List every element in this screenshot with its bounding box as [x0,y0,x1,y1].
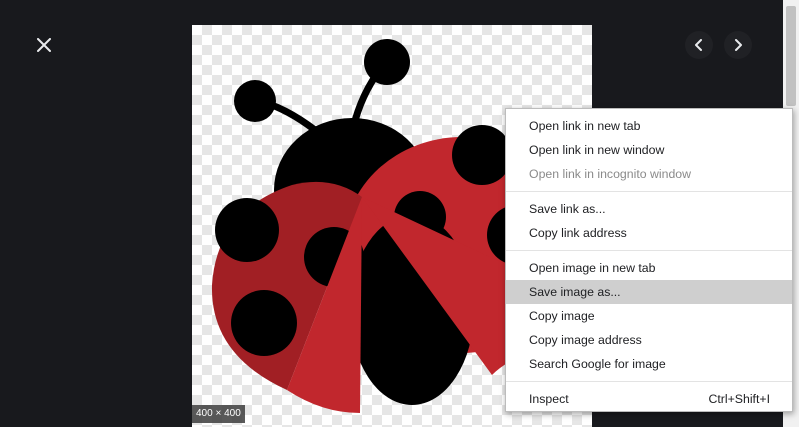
menu-item-shortcut: Ctrl+Shift+I [708,392,770,406]
menu-item-open-link-new-tab[interactable]: Open link in new tab [506,114,792,138]
next-image-button[interactable] [724,31,752,59]
menu-item-open-link-new-window[interactable]: Open link in new window [506,138,792,162]
menu-item-open-image-new-tab[interactable]: Open image in new tab [506,256,792,280]
menu-item-search-google-image[interactable]: Search Google for image [506,352,792,376]
menu-item-label: Save image as... [529,285,621,299]
menu-item-label: Open link in new window [529,143,665,157]
menu-item-label: Copy image [529,309,595,323]
menu-item-label: Save link as... [529,202,606,216]
chevron-left-icon [695,39,702,51]
menu-item-label: Copy link address [529,226,627,240]
menu-item-copy-image[interactable]: Copy image [506,304,792,328]
context-menu: Open link in new tab Open link in new wi… [505,108,793,412]
image-viewer: 400 × 400 Open link in new tab Open link… [0,0,799,427]
menu-item-inspect[interactable]: Inspect Ctrl+Shift+I [506,387,792,411]
menu-item-label: Copy image address [529,333,642,347]
previous-image-button[interactable] [685,31,713,59]
menu-item-label: Open image in new tab [529,261,656,275]
menu-item-label: Open link in new tab [529,119,641,133]
close-button[interactable] [30,31,58,59]
menu-separator [506,191,792,192]
menu-item-save-link-as[interactable]: Save link as... [506,197,792,221]
menu-item-label: Inspect [529,392,569,406]
menu-item-copy-link-address[interactable]: Copy link address [506,221,792,245]
menu-item-label: Open link in incognito window [529,167,692,181]
menu-item-open-link-incognito: Open link in incognito window [506,162,792,186]
menu-item-copy-image-address[interactable]: Copy image address [506,328,792,352]
image-dimensions-badge: 400 × 400 [192,405,245,423]
menu-separator [506,381,792,382]
menu-item-save-image-as[interactable]: Save image as... [506,280,792,304]
scrollbar-thumb[interactable] [786,6,796,106]
menu-item-label: Search Google for image [529,357,666,371]
chevron-right-icon [735,39,742,51]
menu-separator [506,250,792,251]
close-icon [37,38,51,52]
